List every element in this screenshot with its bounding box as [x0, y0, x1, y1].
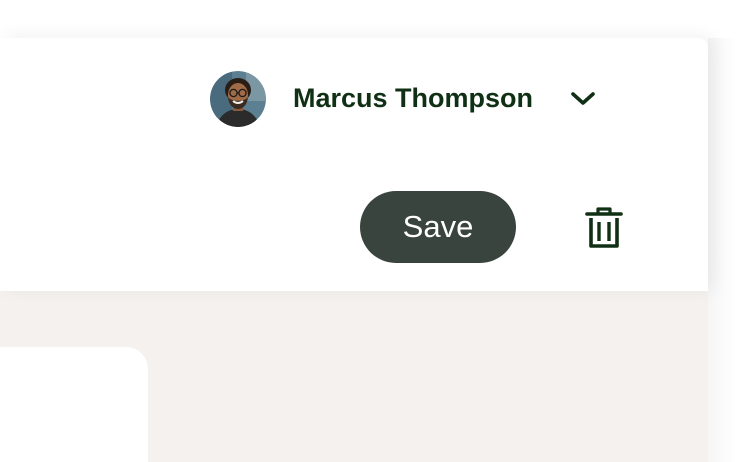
app-screen: Marcus Thompson Save	[0, 0, 755, 462]
save-button[interactable]: Save	[360, 191, 516, 263]
user-menu[interactable]: Marcus Thompson	[210, 70, 597, 127]
panel-shadow	[708, 38, 755, 462]
avatar-photo	[210, 70, 266, 127]
user-name[interactable]: Marcus Thompson	[293, 83, 533, 114]
content-card	[0, 347, 148, 462]
avatar[interactable]	[210, 70, 266, 127]
chevron-down-icon[interactable]	[569, 85, 597, 113]
delete-button[interactable]	[582, 205, 626, 251]
trash-icon	[585, 207, 623, 248]
